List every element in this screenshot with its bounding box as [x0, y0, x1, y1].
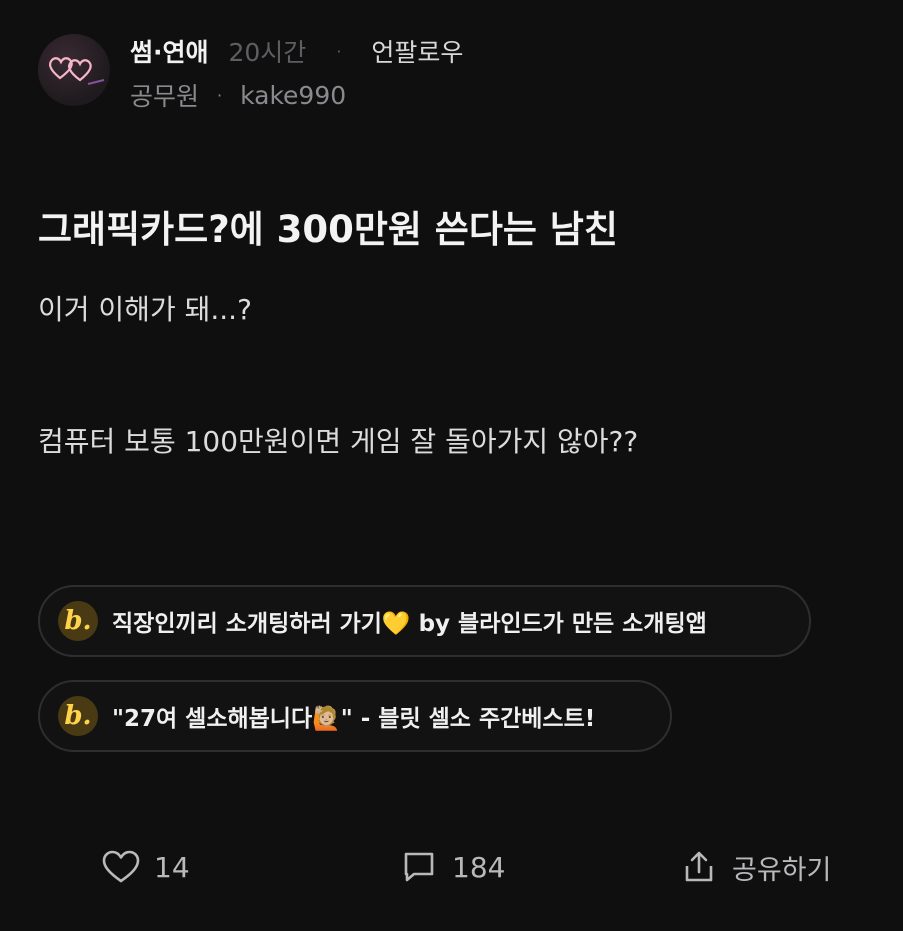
- comment-button[interactable]: 184: [402, 845, 505, 889]
- blind-logo-icon: b.: [58, 601, 98, 641]
- share-button[interactable]: 공유하기: [682, 845, 831, 889]
- post-body-line: 컴퓨터 보통 100만원이면 게임 잘 돌아가지 않아??: [38, 425, 639, 458]
- topic-label[interactable]: 썸·연애: [130, 33, 209, 69]
- avatar[interactable]: [38, 34, 110, 106]
- share-icon: [685, 851, 713, 882]
- author-username: kake990: [240, 80, 347, 110]
- author-job: 공무원: [130, 82, 200, 111]
- meta-row-author: 공무원 · kake990: [130, 78, 463, 112]
- heart-outline-pair-icon: [49, 57, 105, 85]
- post-meta: 썸·연애 20시간 · 언팔로우 공무원 · kake990: [130, 34, 463, 112]
- ad-text: 직장인끼리 소개팅하러 가기💛 by 블라인드가 만든 소개팅앱: [112, 611, 707, 637]
- post-header: 썸·연애 20시간 · 언팔로우 공무원 · kake990: [38, 34, 463, 114]
- post-actions: 14 184 공유하기: [0, 845, 903, 889]
- ad-banner-self-intro[interactable]: b. "27여 셀소해봅니다🙋🏼" - 블릿 셀소 주간베스트!: [38, 680, 672, 752]
- blind-logo-icon: b.: [58, 696, 98, 736]
- like-count: 14: [154, 850, 190, 884]
- separator-dot: ·: [336, 41, 342, 61]
- separator-dot: ·: [217, 85, 223, 105]
- meta-row-topic: 썸·연애 20시간 · 언팔로우: [130, 34, 463, 68]
- share-label: 공유하기: [732, 854, 832, 886]
- heart-icon: [102, 850, 140, 883]
- ad-banner-blind-date[interactable]: b. 직장인끼리 소개팅하러 가기💛 by 블라인드가 만든 소개팅앱: [38, 585, 811, 657]
- like-button[interactable]: 14: [102, 845, 190, 889]
- unfollow-button[interactable]: 언팔로우: [371, 33, 463, 69]
- ad-text: "27여 셀소해봅니다🙋🏼" - 블릿 셀소 주간베스트!: [112, 706, 596, 732]
- post-body-line: 이거 이해가 돼...?: [38, 293, 252, 326]
- comment-count: 184: [452, 850, 506, 884]
- post-title: 그래픽카드?에 300만원 쓴다는 남친: [38, 208, 618, 251]
- chat-bubble-icon: [404, 852, 434, 882]
- post-time: 20시간: [228, 38, 307, 67]
